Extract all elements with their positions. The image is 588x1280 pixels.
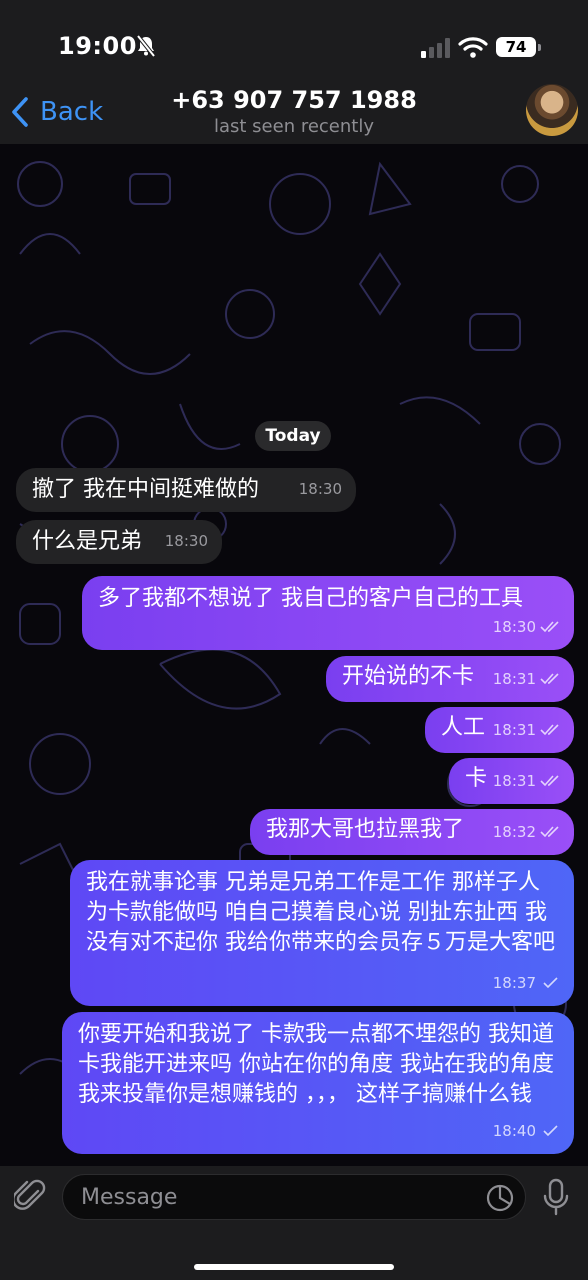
status-time: 19:00 [58, 32, 137, 60]
composer-bar [0, 1166, 588, 1280]
message-time: 18:31 [493, 715, 560, 745]
message-text: 我那大哥也拉黑我了 [266, 817, 465, 842]
message-text: 什么是兄弟 [32, 529, 143, 554]
contact-title[interactable]: +63 907 757 1988 [0, 86, 588, 114]
message-bubble-outgoing[interactable]: 我在就事论事 兄弟是兄弟工作是工作 那样子人为卡款能做吗 咱自己摸着良心说 别扯… [70, 860, 574, 1006]
message-time: 18:37 [493, 968, 560, 998]
message-text: 我在就事论事 兄弟是兄弟工作是工作 那样子人为卡款能做吗 咱自己摸着良心说 别扯… [86, 870, 555, 955]
message-bubble-incoming[interactable]: 什么是兄弟 18:30 [16, 520, 222, 564]
top-bar: 19:00 74 Back +63 907 757 1988 last seen… [0, 0, 588, 144]
sticker-icon[interactable] [486, 1184, 514, 1212]
message-bubble-outgoing[interactable]: 你要开始和我说了 卡款我一点都不埋怨的 我知道卡我能开进来吗 你站在你的角度 我… [62, 1012, 574, 1154]
message-text: 撤了 我在中间挺难做的 [32, 477, 259, 502]
check-icon [543, 977, 558, 989]
date-separator: Today [255, 421, 331, 451]
message-time: 18:31 [493, 664, 560, 694]
message-time: 18:40 [493, 1116, 560, 1146]
message-bubble-outgoing[interactable]: 开始说的不卡 18:31 [326, 656, 574, 702]
message-text: 人工 [441, 715, 486, 740]
message-bubble-outgoing[interactable]: 我那大哥也拉黑我了 18:32 [250, 809, 574, 855]
message-bubble-outgoing[interactable]: 多了我都不想说了 我自己的客户自己的工具 18:30 [82, 576, 574, 650]
double-check-icon [540, 775, 559, 787]
check-icon [543, 1125, 558, 1137]
double-check-icon [540, 621, 559, 633]
message-time: 18:30 [493, 612, 560, 642]
message-input[interactable] [62, 1174, 526, 1220]
home-indicator [194, 1264, 394, 1270]
message-time: 18:30 [298, 480, 342, 498]
message-time: 18:32 [493, 817, 560, 847]
message-text: 你要开始和我说了 卡款我一点都不埋怨的 我知道卡我能开进来吗 你站在你的角度 我… [78, 1022, 554, 1107]
message-bubble-outgoing[interactable]: 人工 18:31 [425, 707, 574, 753]
message-time: 18:31 [493, 766, 560, 796]
message-time: 18:30 [164, 532, 208, 550]
paperclip-icon[interactable] [14, 1179, 46, 1215]
avatar[interactable] [526, 84, 578, 136]
presence-status: last seen recently [213, 116, 374, 137]
cellular-signal-icon [421, 38, 450, 58]
double-check-icon [540, 724, 559, 736]
chat-area[interactable]: Today 撤了 我在中间挺难做的 18:30 什么是兄弟 18:30 多了我都… [0, 144, 588, 1166]
wifi-icon [458, 37, 488, 58]
message-text: 多了我都不想说了 我自己的客户自己的工具 [98, 586, 523, 611]
message-text: 开始说的不卡 [342, 664, 475, 689]
battery-indicator: 74 [496, 37, 541, 57]
microphone-icon[interactable] [542, 1178, 570, 1216]
message-bubble-outgoing[interactable]: 卡 18:31 [449, 758, 574, 804]
bell-muted-icon [136, 35, 156, 57]
double-check-icon [540, 673, 559, 685]
message-bubble-incoming[interactable]: 撤了 我在中间挺难做的 18:30 [16, 468, 356, 512]
message-text: 卡 [465, 766, 488, 791]
double-check-icon [540, 826, 559, 838]
